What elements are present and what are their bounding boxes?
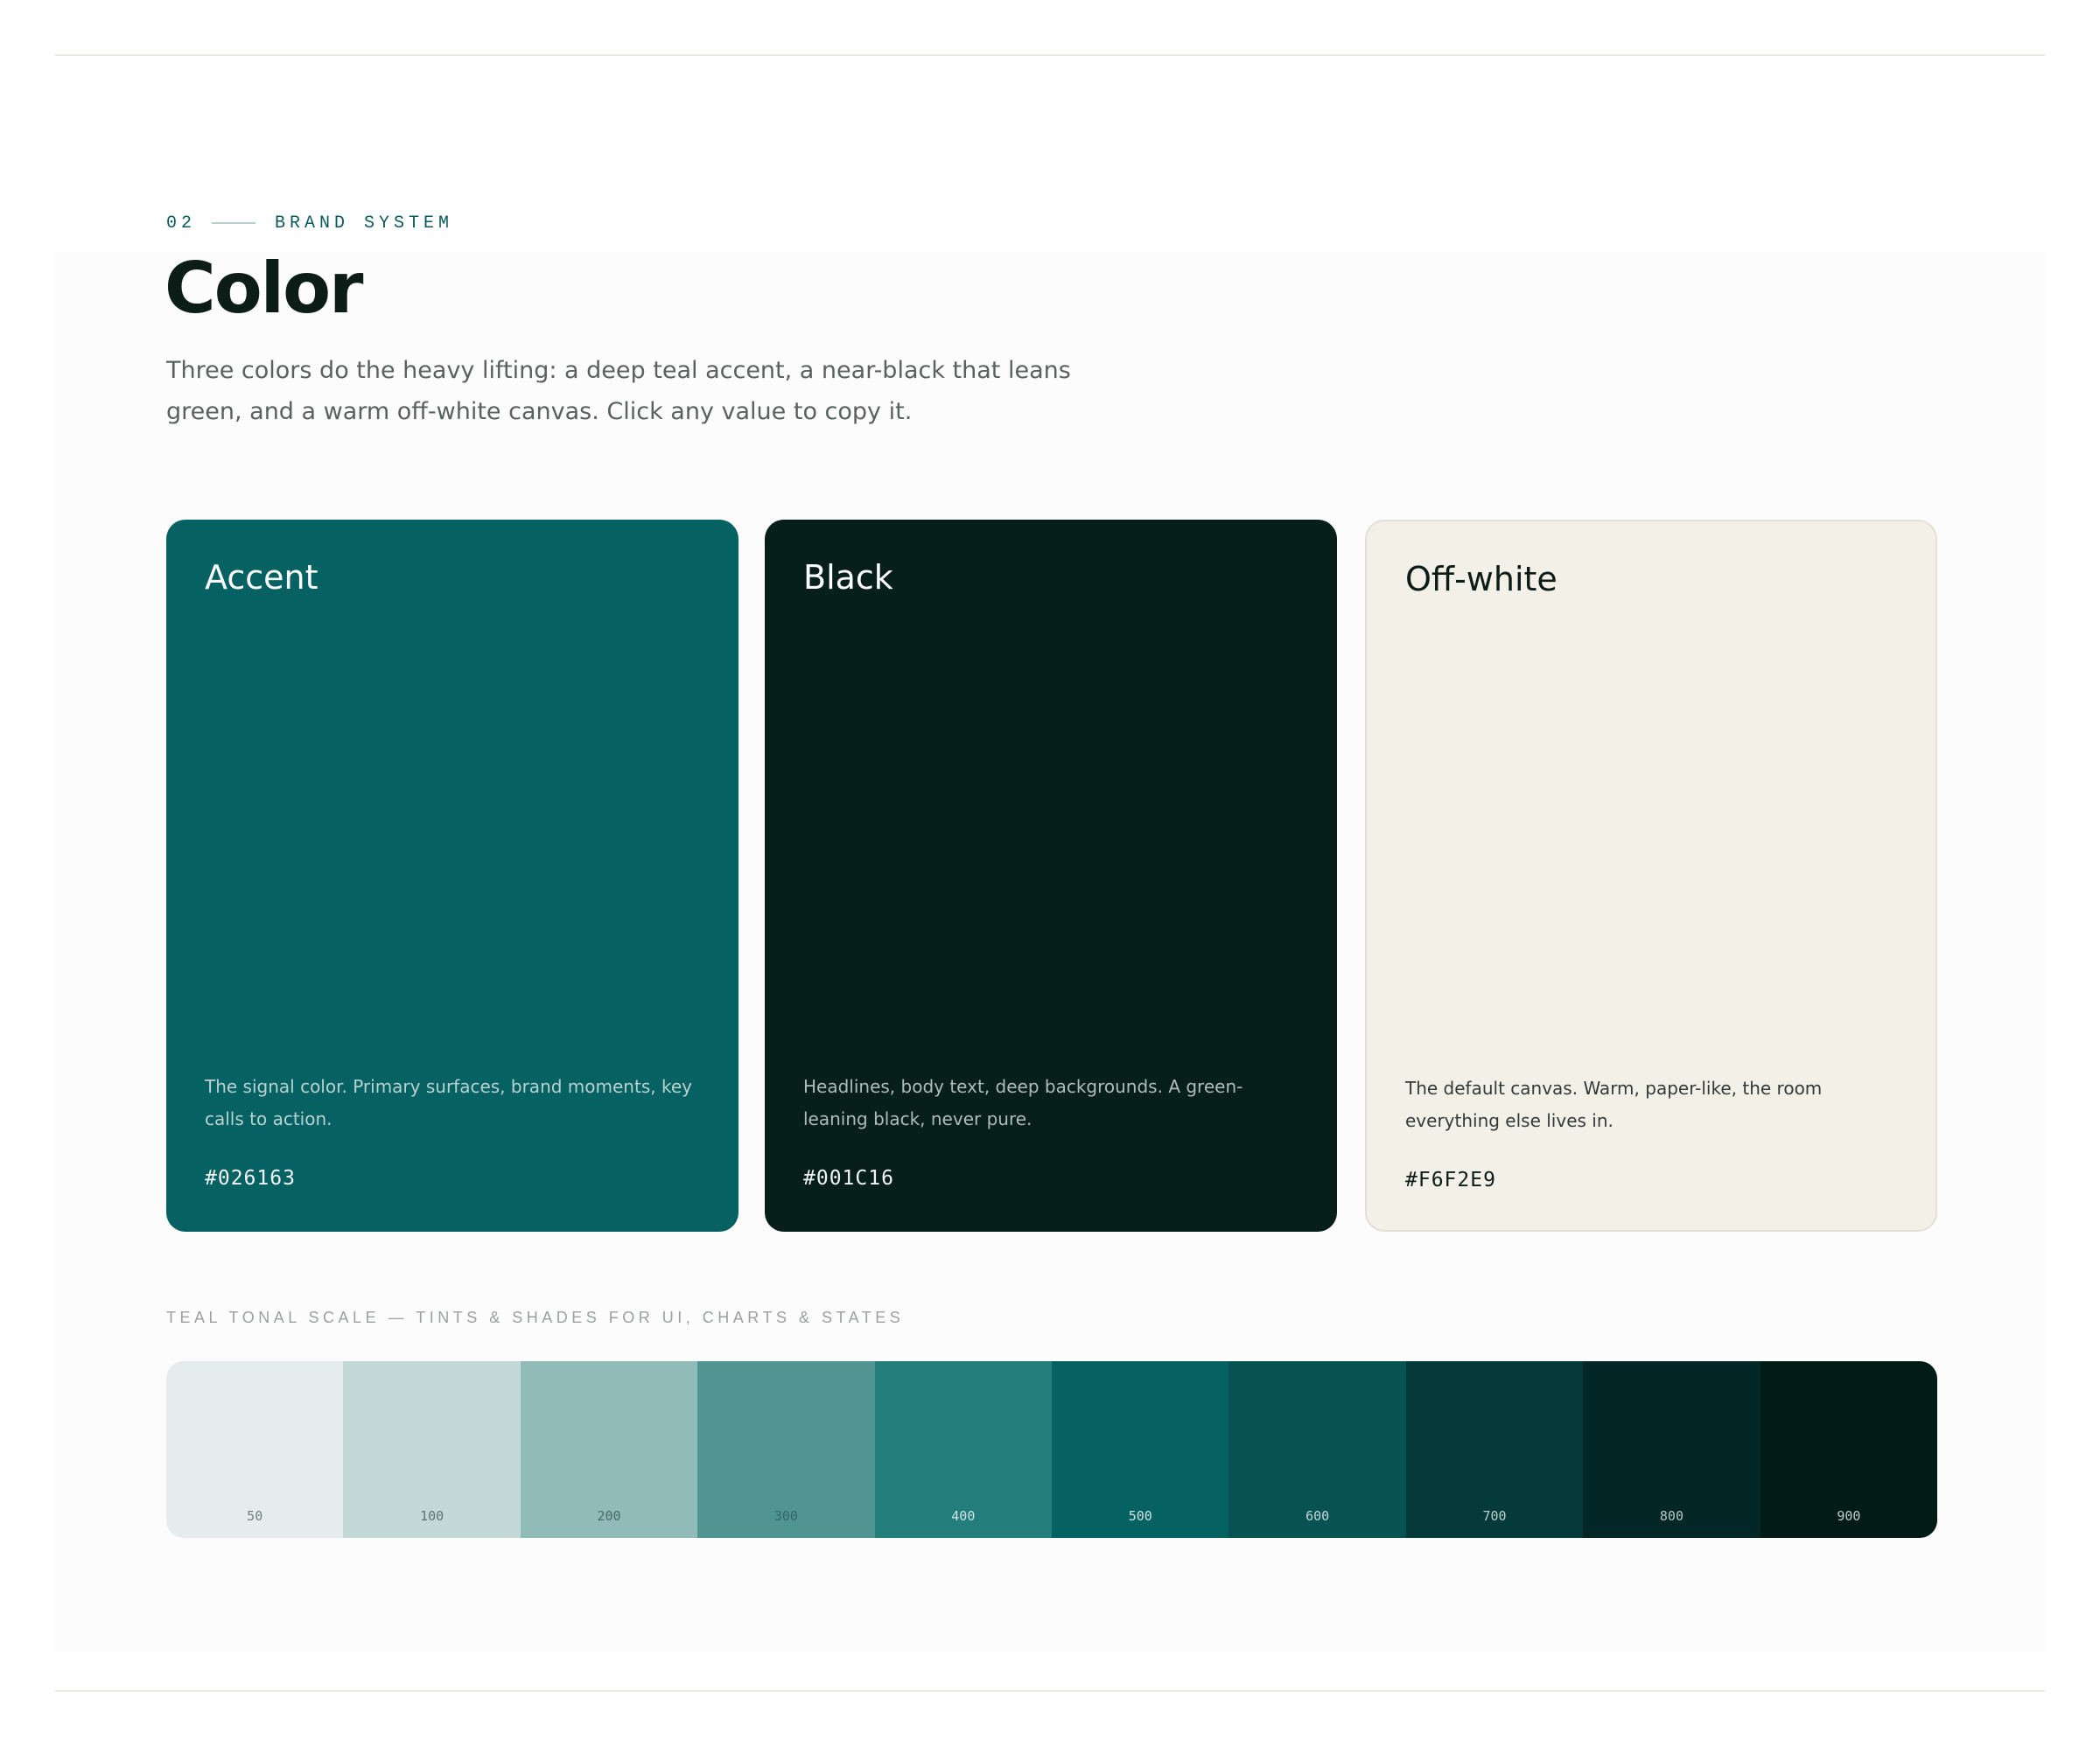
hex-value-copy[interactable]: #001C16 xyxy=(803,1167,894,1190)
swatch-label: 900 xyxy=(1837,1508,1861,1524)
swatch-label: 200 xyxy=(597,1508,621,1524)
swatch-label: 100 xyxy=(420,1508,444,1524)
teal-tonal-scale: 50 100 200 300 400 500 600 700 800 900 xyxy=(166,1361,1937,1538)
scale-swatch-900[interactable]: 900 xyxy=(1760,1361,1937,1538)
swatch-label: 50 xyxy=(247,1508,263,1524)
swatch-label: 300 xyxy=(774,1508,798,1524)
swatch-label: 400 xyxy=(951,1508,976,1524)
section-eyebrow: 02 BRAND SYSTEM xyxy=(166,210,453,236)
scale-swatch-300[interactable]: 300 xyxy=(697,1361,875,1538)
color-card-off-white[interactable]: Off-white The default canvas. Warm, pape… xyxy=(1365,520,1937,1232)
color-description: The default canvas. Warm, paper-like, th… xyxy=(1405,1078,1823,1131)
bottom-divider xyxy=(55,1690,2045,1692)
color-description: Headlines, body text, deep backgrounds. … xyxy=(803,1076,1243,1129)
color-name: Off-white xyxy=(1405,560,1558,598)
scale-swatch-50[interactable]: 50 xyxy=(166,1361,344,1538)
scale-swatch-700[interactable]: 700 xyxy=(1405,1361,1584,1538)
color-card-accent[interactable]: Accent The signal color. Primary surface… xyxy=(166,520,738,1232)
color-name: Accent xyxy=(205,558,318,597)
section-label: BRAND SYSTEM xyxy=(275,213,454,234)
eyebrow-divider xyxy=(212,222,256,224)
scale-swatch-500[interactable]: 500 xyxy=(1052,1361,1229,1538)
section-number: 02 xyxy=(166,213,197,234)
swatch-label: 500 xyxy=(1128,1508,1152,1524)
swatch-label: 700 xyxy=(1482,1508,1507,1524)
scale-swatch-200[interactable]: 200 xyxy=(520,1361,698,1538)
top-divider xyxy=(55,54,2045,56)
scale-swatch-100[interactable]: 100 xyxy=(343,1361,521,1538)
hex-value-copy[interactable]: #026163 xyxy=(205,1167,296,1190)
color-description: The signal color. Primary surfaces, bran… xyxy=(205,1076,692,1129)
section-intro: Three colors do the heavy lifting: a dee… xyxy=(166,357,1071,425)
color-card-black[interactable]: Black Headlines, body text, deep backgro… xyxy=(765,520,1337,1232)
scale-swatch-400[interactable]: 400 xyxy=(874,1361,1053,1538)
swatch-label: 600 xyxy=(1306,1508,1330,1524)
hex-value-copy[interactable]: #F6F2E9 xyxy=(1405,1169,1496,1191)
color-name: Black xyxy=(803,558,893,597)
scale-swatch-600[interactable]: 600 xyxy=(1228,1361,1406,1538)
scale-swatch-800[interactable]: 800 xyxy=(1583,1361,1760,1538)
tonal-scale-label: TEAL TONAL SCALE — TINTS & SHADES FOR UI… xyxy=(166,1309,905,1326)
swatch-label: 800 xyxy=(1659,1508,1684,1524)
page-title: Color xyxy=(164,248,364,329)
